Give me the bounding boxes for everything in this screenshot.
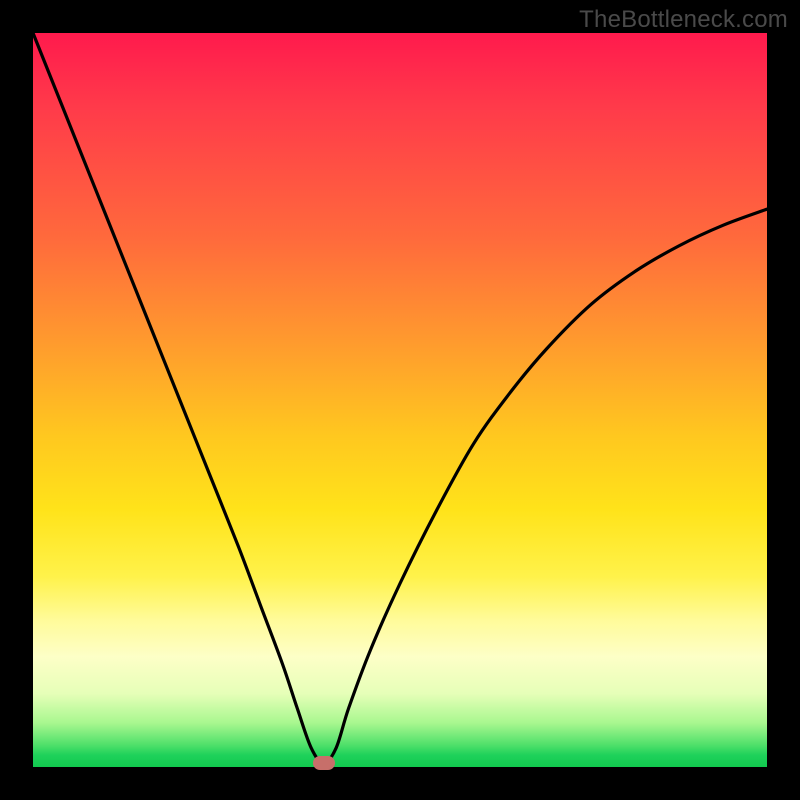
chart-frame: TheBottleneck.com [0, 0, 800, 800]
watermark-text: TheBottleneck.com [579, 6, 788, 34]
minimum-marker [313, 756, 335, 770]
curve-path [33, 33, 767, 763]
plot-area [33, 33, 767, 767]
bottleneck-curve [33, 33, 767, 767]
